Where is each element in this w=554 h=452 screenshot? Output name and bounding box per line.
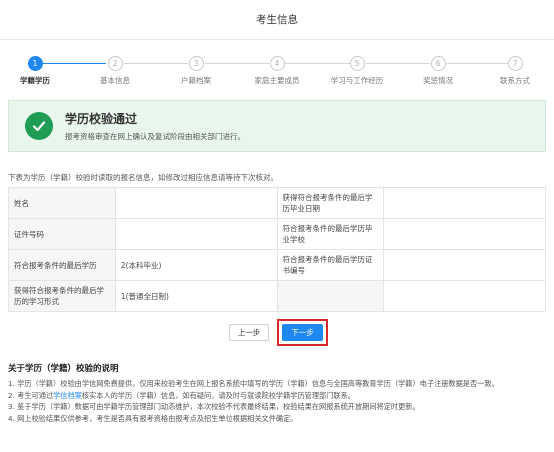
explanation-item: 1. 学历（学籍）校验由学信网免费提供，仅用来校验考生在网上报名系统中填写的学历… <box>8 379 499 388</box>
step-label: 家庭主要成员 <box>254 76 300 85</box>
table-note: 下表为学历（学籍）校验时读取的报名信息，如修改过相应信息请等待下次核对。 <box>8 173 278 182</box>
next-step-button[interactable]: 下一步 <box>282 324 323 341</box>
success-text: 学历校验通过 报考资格审查在网上确认及复试阶段由相关部门进行。 <box>65 110 245 142</box>
field-label: 符合报考条件的最后学历 <box>8 249 116 281</box>
step-label: 学籍学历 <box>20 76 50 85</box>
field-value: 1(普通全日制) <box>114 280 278 312</box>
check-circle-icon <box>25 112 53 140</box>
verification-explanation: 关于学历（学籍）校验的说明 1. 学历（学籍）校验由学信网免费提供，仅用来校验考… <box>8 362 548 424</box>
explanation-item: 2. 考生可通过学信档案核实本人的学历（学籍）信息，如有疑问，请及时与就读院校学… <box>8 390 548 402</box>
step-number: 4 <box>269 56 285 71</box>
table-row: 符合报考条件的最后学历 2(本科毕业) 符合报考条件的最后学历证书编号 <box>8 249 546 281</box>
field-label <box>276 280 385 312</box>
field-value <box>383 280 546 312</box>
explanation-text: 核实本人的学历（学籍）信息，如有疑问，请及时与就读院校学籍学历管理部门联系。 <box>81 390 355 400</box>
progress-stepper: 1 学籍学历 2 基本信息 3 户籍档案 4 家庭主要成员 5 学习与工作经历 … <box>0 56 554 88</box>
page-title: 考生信息 <box>256 14 298 26</box>
field-label: 证件号码 <box>8 218 116 250</box>
step-label: 学习与工作经历 <box>330 76 384 85</box>
success-description: 报考资格审查在网上确认及复试阶段由相关部门进行。 <box>65 132 245 141</box>
field-value <box>383 187 546 219</box>
step-number: 3 <box>188 56 204 71</box>
step-7[interactable]: 7 联系方式 <box>480 56 550 86</box>
step-number: 1 <box>27 56 43 71</box>
step-6[interactable]: 6 奖惩情况 <box>403 56 473 86</box>
registration-info-table: 姓名 获得符合报考条件的最后学历毕业日期 证件号码 符合报考条件的最后学历毕业学… <box>8 187 546 312</box>
navigation-buttons: 上一步 下一步 <box>0 319 554 346</box>
explanation-text: 2. 考生可通过 <box>8 390 54 400</box>
step-number: 2 <box>107 56 123 71</box>
explanation-title: 关于学历（学籍）校验的说明 <box>8 364 119 374</box>
step-3[interactable]: 3 户籍档案 <box>161 56 231 86</box>
field-label: 姓名 <box>8 187 116 219</box>
success-title: 学历校验通过 <box>65 112 138 126</box>
xuexin-archive-link[interactable]: 学信档案 <box>53 391 82 400</box>
field-value <box>383 249 546 281</box>
table-row: 获得符合报考条件的最后学历的学习形式 1(普通全日制) <box>8 280 546 312</box>
step-2[interactable]: 2 基本信息 <box>80 56 150 86</box>
field-label: 获得符合报考条件的最后学历毕业日期 <box>276 187 385 219</box>
field-value <box>383 218 546 250</box>
table-row: 证件号码 符合报考条件的最后学历毕业学校 <box>8 218 546 250</box>
step-label: 奖惩情况 <box>423 76 453 85</box>
step-number: 7 <box>507 56 523 71</box>
field-label: 符合报考条件的最后学历毕业学校 <box>276 218 385 250</box>
field-label: 符合报考条件的最后学历证书编号 <box>276 249 385 281</box>
field-value <box>114 218 278 250</box>
step-label: 基本信息 <box>100 76 130 85</box>
header-bar: 考生信息 <box>0 0 554 40</box>
field-value <box>114 187 278 219</box>
step-5[interactable]: 5 学习与工作经历 <box>322 56 392 86</box>
step-label: 联系方式 <box>500 76 530 85</box>
step-number: 5 <box>349 56 365 71</box>
step-label: 户籍档案 <box>181 76 211 85</box>
checkmark-icon <box>32 121 46 132</box>
explanation-item: 3. 鉴于学历（学籍）数据可由学籍学历管理部门动态维护，本次校验不代表最终结果，… <box>8 402 420 411</box>
step-1[interactable]: 1 学籍学历 <box>0 56 70 86</box>
table-row: 姓名 获得符合报考条件的最后学历毕业日期 <box>8 187 546 219</box>
field-label: 获得符合报考条件的最后学历的学习形式 <box>8 280 116 312</box>
step-number: 6 <box>430 56 446 71</box>
verification-success-banner: 学历校验通过 报考资格审查在网上确认及复试阶段由相关部门进行。 <box>8 100 546 152</box>
explanation-item: 4. 网上校验结果仅供参考，考生是否具有报考资格由报考点及招生单位根据相关文件确… <box>8 413 298 423</box>
field-value: 2(本科毕业) <box>114 249 278 281</box>
previous-step-button[interactable]: 上一步 <box>229 324 269 341</box>
step-4[interactable]: 4 家庭主要成员 <box>242 56 312 86</box>
